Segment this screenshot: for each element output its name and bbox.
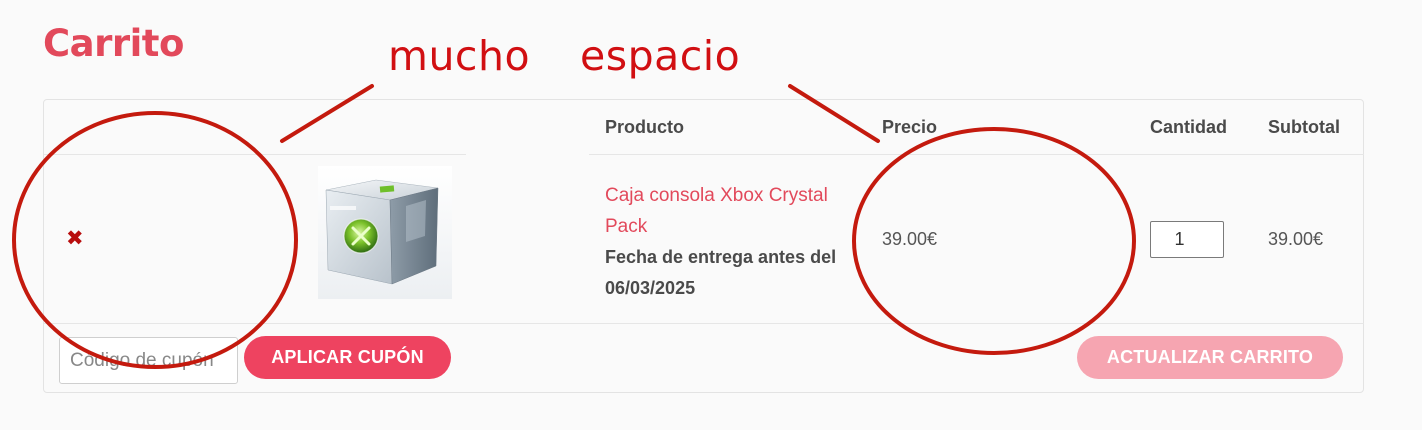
annotation-text-espacio: espacio [580, 32, 741, 80]
apply-coupon-button[interactable]: APLICAR CUPÓN [244, 336, 451, 379]
page-title: Carrito [43, 22, 184, 65]
cart-table: Producto Precio Cantidad Subtotal ✖ Caja… [43, 99, 1364, 393]
column-header-product: Producto [605, 117, 684, 137]
column-header-subtotal: Subtotal [1268, 117, 1340, 137]
product-price: 39.00€ [882, 229, 938, 249]
header-divider-right [589, 154, 1364, 155]
quantity-input[interactable] [1150, 221, 1224, 258]
product-subtotal: 39.00€ [1268, 229, 1324, 249]
column-header-price: Precio [882, 117, 938, 137]
annotation-text-mucho: mucho [388, 32, 531, 80]
actions-divider [44, 323, 1364, 324]
header-divider-left [44, 154, 466, 155]
delivery-date: Fecha de entrega antes del 06/03/2025 [605, 247, 837, 298]
column-header-quantity: Cantidad [1150, 117, 1228, 137]
product-name-link[interactable]: Caja consola Xbox Crystal Pack [605, 180, 855, 242]
remove-item-button[interactable]: ✖ [66, 228, 84, 249]
update-cart-button[interactable]: ACTUALIZAR CARRITO [1077, 336, 1343, 379]
product-thumbnail[interactable] [318, 166, 452, 299]
close-icon: ✖ [66, 227, 84, 250]
coupon-code-input[interactable] [59, 337, 238, 384]
